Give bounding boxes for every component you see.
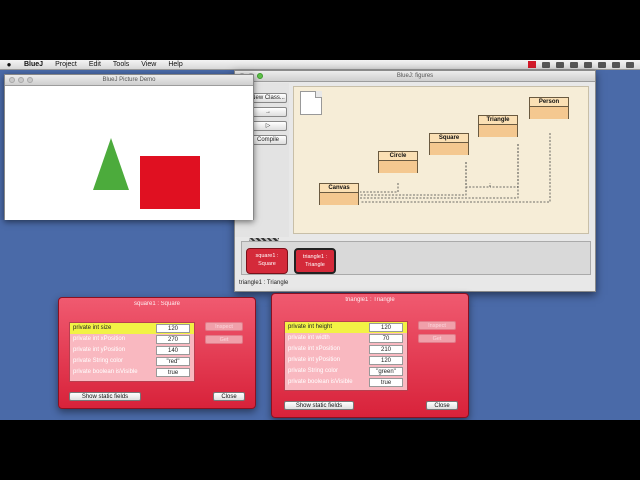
minimize-window-icon[interactable] (18, 77, 24, 83)
field-row[interactable]: private int xPosition 210 (285, 344, 407, 355)
inspect-button[interactable]: Inspect (205, 322, 243, 331)
close-button[interactable]: Close (426, 401, 458, 410)
zoom-window-icon[interactable] (27, 77, 33, 83)
picture-demo-window: BlueJ Picture Demo (4, 74, 254, 220)
menu-edit[interactable]: Edit (83, 61, 107, 68)
field-row[interactable]: private int yPosition 120 (285, 355, 407, 366)
apple-menu-icon[interactable]: ● (0, 60, 18, 69)
close-button[interactable]: Close (213, 392, 245, 401)
field-row[interactable]: private int width 70 (285, 333, 407, 344)
class-canvas[interactable]: Canvas (319, 183, 359, 205)
compile-button[interactable]: Compile (249, 135, 287, 145)
list-icon[interactable] (626, 61, 634, 68)
inherit-arrow-button[interactable]: ▷ (249, 121, 287, 131)
field-row[interactable]: private boolean isVisible true (70, 367, 194, 378)
field-row[interactable]: private String color "green" (285, 366, 407, 377)
field-list: private int height 120 private int width 7… (284, 321, 408, 391)
inspector-square1: square1 : Square private int size 120 pri… (58, 297, 256, 409)
green-triangle-shape (93, 138, 129, 190)
object-square1[interactable]: square1 : Square (246, 248, 288, 274)
menu-bar: ● BlueJ Project Edit Tools View Help (0, 60, 640, 70)
inspector-triangle1: triangle1 : Triangle private int height 1… (271, 293, 469, 418)
desktop: ● BlueJ Project Edit Tools View Help Blu… (0, 60, 640, 420)
class-person[interactable]: Person (529, 97, 569, 119)
menu-help[interactable]: Help (162, 61, 188, 68)
record-icon[interactable] (528, 61, 536, 68)
inspector-title[interactable]: square1 : Square (59, 298, 255, 310)
red-square-shape (140, 156, 200, 209)
window-title: BlueJ Picture Demo (102, 77, 156, 83)
battery-icon[interactable] (598, 61, 606, 68)
bluej-titlebar[interactable]: BlueJ: figures (235, 71, 595, 82)
object-triangle1[interactable]: triangle1 : Triangle (294, 248, 336, 274)
picture-titlebar[interactable]: BlueJ Picture Demo (5, 75, 253, 86)
status-bar-text: triangle1 : Triangle (239, 280, 289, 286)
menu-view[interactable]: View (135, 61, 162, 68)
volume-icon[interactable] (584, 61, 592, 68)
drawing-canvas (5, 86, 253, 220)
spotlight-search-icon[interactable] (612, 61, 620, 68)
object-bench[interactable]: square1 : Square triangle1 : Triangle (241, 241, 591, 275)
class-diagram[interactable]: Canvas Circle Square Triangle Person (293, 86, 589, 234)
close-window-icon[interactable] (9, 77, 15, 83)
class-circle[interactable]: Circle (378, 151, 418, 173)
new-class-button[interactable]: New Class... (249, 93, 287, 103)
inspector-title[interactable]: triangle1 : Triangle (272, 294, 468, 306)
class-square[interactable]: Square (429, 133, 469, 155)
get-button[interactable]: Get (418, 334, 456, 343)
bluetooth-icon[interactable] (556, 61, 564, 68)
field-row[interactable]: private String color "red" (70, 356, 194, 367)
get-button[interactable]: Get (205, 335, 243, 344)
field-row[interactable]: private boolean isVisible true (285, 377, 407, 388)
show-static-fields-button[interactable]: Show static fields (69, 392, 141, 401)
field-row[interactable]: private int size 120 (70, 323, 194, 334)
inspect-button[interactable]: Inspect (418, 321, 456, 330)
menu-tools[interactable]: Tools (107, 61, 135, 68)
field-row[interactable]: private int yPosition 140 (70, 345, 194, 356)
window-title: BlueJ: figures (396, 73, 434, 79)
field-row[interactable]: private int height 120 (285, 322, 407, 333)
field-list: private int size 120 private int xPositio… (69, 322, 195, 382)
menu-bluej[interactable]: BlueJ (18, 61, 49, 68)
field-row[interactable]: private int xPosition 270 (70, 334, 194, 345)
zoom-window-icon[interactable] (257, 73, 263, 79)
show-static-fields-button[interactable]: Show static fields (284, 401, 354, 410)
wifi-icon[interactable] (570, 61, 578, 68)
menu-project[interactable]: Project (49, 61, 83, 68)
class-triangle[interactable]: Triangle (478, 115, 518, 137)
bluej-main-window: BlueJ: figures New Class... → ▷ Compile (234, 70, 596, 292)
uses-arrow-button[interactable]: → (249, 107, 287, 117)
sync-icon[interactable] (542, 61, 550, 68)
